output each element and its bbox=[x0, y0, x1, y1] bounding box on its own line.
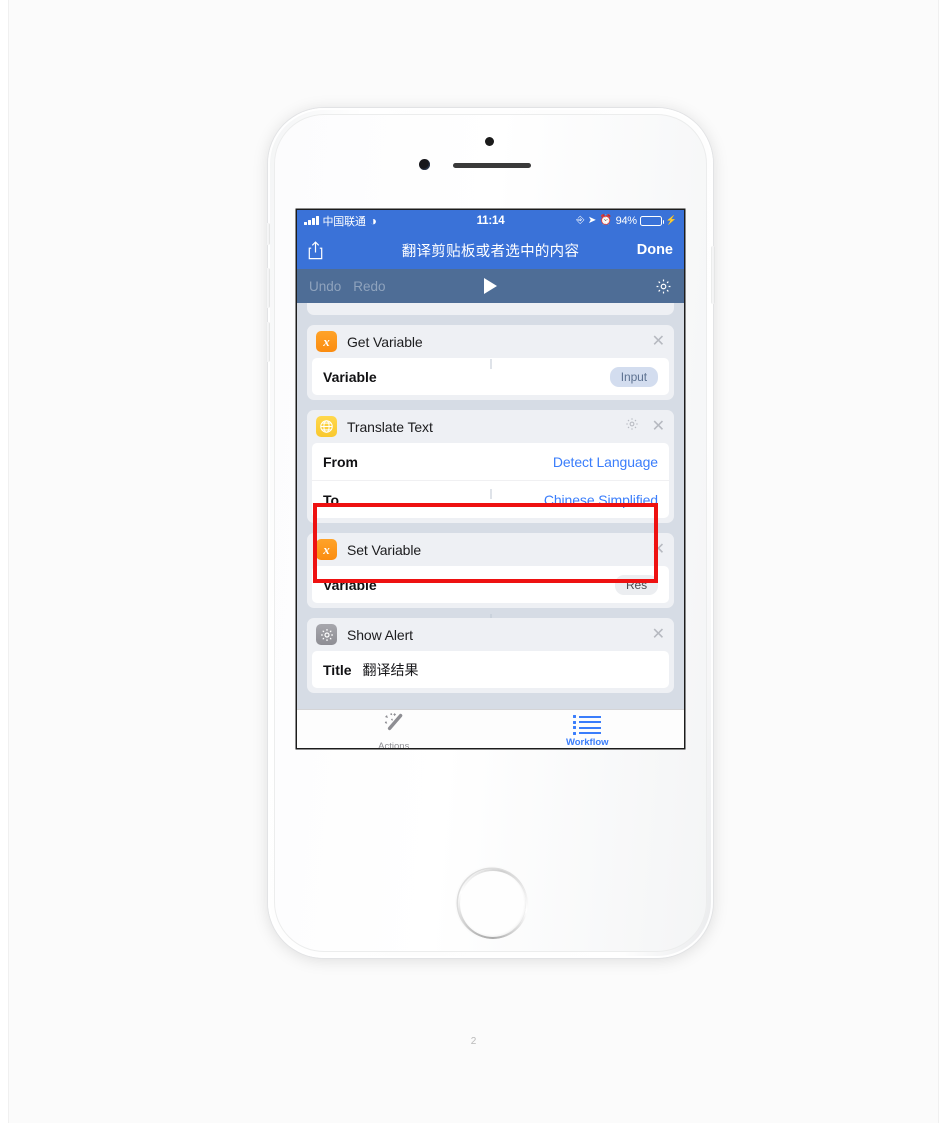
action-parameter-row[interactable]: To Chinese Simplified bbox=[312, 480, 669, 518]
iphone-device-frame: 中国联通 ◑ 11:14 ⎆ ➤ ⏰ 94% ⚡ 翻译剪贴板或者选中的内容 Do… bbox=[266, 108, 715, 958]
action-card-show-alert[interactable]: Show Alert ✕ Title 翻译结果 bbox=[307, 618, 674, 693]
action-title: Get Variable bbox=[347, 333, 423, 350]
gear-icon[interactable] bbox=[625, 417, 639, 436]
action-title: Set Variable bbox=[347, 541, 422, 558]
location-arrow-icon: ➤ bbox=[587, 214, 597, 226]
action-parameter-row[interactable]: Title 翻译结果 bbox=[312, 651, 669, 688]
navigation-bar: 翻译剪贴板或者选中的内容 Done bbox=[297, 231, 684, 269]
editor-toolbar: Undo Redo bbox=[297, 269, 684, 303]
action-card-controls: ✕ bbox=[652, 333, 665, 350]
parameter-value-pill[interactable]: Input bbox=[609, 366, 658, 387]
page-number: 2 bbox=[470, 1036, 477, 1047]
magic-wand-icon bbox=[382, 712, 406, 739]
parameter-label: Variable bbox=[323, 576, 377, 593]
play-triangle-icon bbox=[484, 278, 497, 294]
phone-screen: 中国联通 ◑ 11:14 ⎆ ➤ ⏰ 94% ⚡ 翻译剪贴板或者选中的内容 Do… bbox=[297, 210, 684, 748]
tab-label: Workflow bbox=[565, 736, 609, 748]
proximity-sensor-icon bbox=[419, 159, 430, 170]
page-title: 翻译剪贴板或者选中的内容 bbox=[401, 243, 580, 260]
parameter-value-text[interactable]: 翻译结果 bbox=[363, 660, 419, 680]
action-card-header[interactable]: x Get Variable ✕ bbox=[307, 325, 674, 358]
action-card-controls: ✕ bbox=[652, 541, 665, 558]
tab-actions[interactable]: Actions bbox=[297, 710, 491, 748]
status-bar-right: ⎆ ➤ ⏰ 94% ⚡ bbox=[576, 215, 677, 227]
tab-label: Actions bbox=[378, 740, 410, 749]
list-icon bbox=[573, 715, 602, 735]
volume-up-button[interactable] bbox=[266, 268, 270, 308]
silent-switch-button[interactable] bbox=[266, 223, 270, 245]
variable-x-icon: x bbox=[316, 539, 337, 560]
battery-percent-label: 94% bbox=[615, 214, 637, 227]
parameter-value-link[interactable]: Chinese Simplified bbox=[544, 492, 658, 508]
document-page: 2 中国联通 ◑ 11:14 ⎆ ➤ ⏰ 94% ⚡ 翻译剪贴板或者选中的内容 … bbox=[8, 0, 939, 1123]
share-icon[interactable] bbox=[308, 240, 323, 260]
alert-gear-icon bbox=[316, 624, 337, 645]
variable-x-icon: x bbox=[316, 331, 337, 352]
close-icon[interactable]: ✕ bbox=[652, 418, 665, 435]
partial-card-above bbox=[307, 303, 674, 315]
done-button[interactable]: Done bbox=[637, 242, 673, 258]
parameter-value-pill[interactable]: Res bbox=[614, 574, 658, 595]
parameter-label: To bbox=[323, 491, 340, 508]
charging-bolt-icon: ⚡ bbox=[665, 215, 677, 225]
tab-workflow[interactable]: Workflow bbox=[491, 710, 685, 748]
close-icon[interactable]: ✕ bbox=[652, 626, 665, 643]
parameter-label: Variable bbox=[323, 368, 377, 385]
globe-icon bbox=[316, 416, 337, 437]
battery-icon bbox=[640, 215, 665, 226]
action-card-controls: ✕ bbox=[625, 417, 665, 436]
rotation-lock-icon: ⎆ bbox=[576, 214, 585, 226]
earpiece-speaker bbox=[453, 163, 531, 168]
gear-icon[interactable] bbox=[655, 278, 672, 295]
front-camera-icon bbox=[485, 137, 494, 146]
action-title: Translate Text bbox=[347, 418, 433, 435]
run-workflow-button[interactable] bbox=[297, 278, 684, 294]
bottom-tab-bar: Actions Workflow bbox=[297, 709, 684, 748]
card-connector bbox=[490, 489, 491, 499]
parameter-label: Title bbox=[323, 661, 352, 678]
action-card-controls: ✕ bbox=[652, 626, 665, 643]
action-parameter-row[interactable]: Variable Res bbox=[312, 566, 669, 603]
power-button[interactable] bbox=[711, 246, 715, 304]
action-card-header[interactable]: Show Alert ✕ bbox=[307, 618, 674, 651]
action-card-translate-text[interactable]: Translate Text ✕ From Detect Language To… bbox=[307, 410, 674, 523]
action-title: Show Alert bbox=[347, 626, 413, 643]
home-button[interactable] bbox=[458, 869, 526, 937]
close-icon[interactable]: ✕ bbox=[652, 541, 665, 558]
action-card-header[interactable]: x Set Variable ✕ bbox=[307, 533, 674, 566]
workflow-action-list[interactable]: x Get Variable ✕ Variable Input Translat… bbox=[297, 303, 684, 709]
action-card-set-variable[interactable]: x Set Variable ✕ Variable Res bbox=[307, 533, 674, 608]
action-parameter-row[interactable]: From Detect Language bbox=[312, 443, 669, 480]
parameter-value-link[interactable]: Detect Language bbox=[553, 454, 658, 470]
parameter-label: From bbox=[323, 453, 358, 470]
status-bar: 中国联通 ◑ 11:14 ⎆ ➤ ⏰ 94% ⚡ bbox=[297, 210, 684, 231]
volume-down-button[interactable] bbox=[266, 322, 270, 362]
alarm-clock-icon: ⏰ bbox=[599, 214, 613, 226]
card-connector bbox=[490, 359, 491, 369]
close-icon[interactable]: ✕ bbox=[652, 333, 665, 350]
action-card-header[interactable]: Translate Text ✕ bbox=[307, 410, 674, 443]
